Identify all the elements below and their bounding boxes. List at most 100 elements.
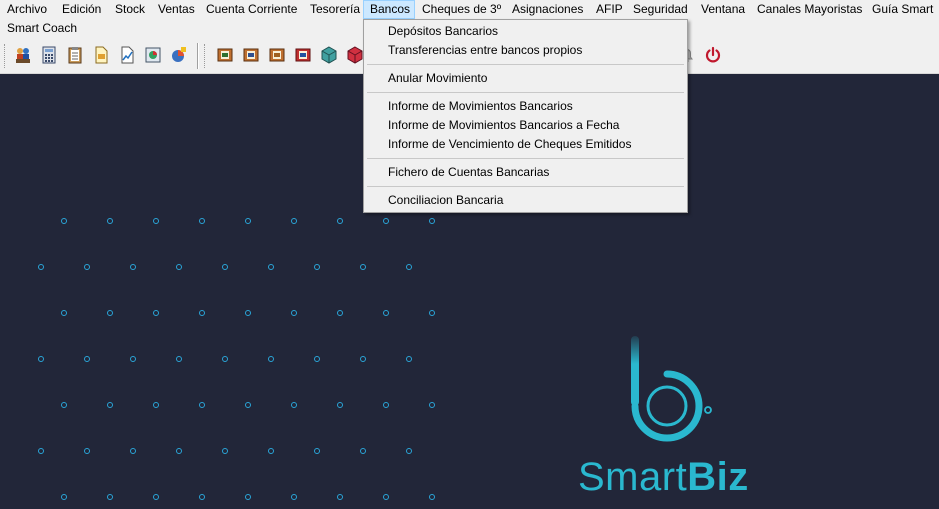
pattern-dot [107, 402, 113, 408]
pattern-dot [61, 218, 67, 224]
pattern-dot [314, 356, 320, 362]
menu-cheques-de-terceros[interactable]: Cheques de 3º [416, 0, 507, 19]
pattern-dot [61, 402, 67, 408]
book-red-icon[interactable] [292, 44, 314, 66]
toolbar-grip[interactable] [4, 44, 7, 68]
menuitem-conciliacion-bancaria[interactable]: Conciliacion Bancaria [365, 191, 686, 210]
pattern-dot [130, 448, 136, 454]
pattern-dot [360, 356, 366, 362]
menu-edicion[interactable]: Edición [56, 0, 107, 19]
power-icon[interactable] [702, 44, 724, 66]
calculator-icon[interactable] [38, 44, 60, 66]
bancos-dropdown-menu: Depósitos Bancarios Transferencias entre… [363, 19, 688, 213]
menu-ventas[interactable]: Ventas [152, 0, 201, 19]
menuitem-anular-movimiento[interactable]: Anular Movimiento [365, 69, 686, 88]
pattern-dot [406, 264, 412, 270]
pattern-dot [130, 264, 136, 270]
smartbiz-wordmark: SmartBiz [578, 455, 749, 499]
menu-asignaciones[interactable]: Asignaciones [506, 0, 589, 19]
pattern-dot [199, 402, 205, 408]
pattern-dot [130, 356, 136, 362]
menu-afip[interactable]: AFIP [590, 0, 629, 19]
pattern-dot [429, 310, 435, 316]
pattern-dot [153, 218, 159, 224]
pattern-dot [383, 402, 389, 408]
pattern-dot [222, 356, 228, 362]
smartbiz-logo-icon [631, 336, 712, 442]
cube-icon[interactable] [318, 44, 340, 66]
pattern-dot [176, 356, 182, 362]
pattern-dot [84, 264, 90, 270]
menu-separator [367, 158, 684, 159]
menu-ventana[interactable]: Ventana [695, 0, 751, 19]
menuitem-transferencias-bancos-propios[interactable]: Transferencias entre bancos propios [365, 41, 686, 60]
pattern-dot [337, 402, 343, 408]
pattern-dot [314, 448, 320, 454]
pattern-dot [222, 448, 228, 454]
pattern-dot [107, 310, 113, 316]
pattern-dot [268, 264, 274, 270]
pattern-dot [291, 402, 297, 408]
pattern-dot [383, 494, 389, 500]
pattern-dot [107, 218, 113, 224]
toolbar-grip[interactable] [204, 44, 207, 68]
menuitem-fichero-cuentas-bancarias[interactable]: Fichero de Cuentas Bancarias [365, 163, 686, 182]
pattern-dot [176, 264, 182, 270]
menu-separator [367, 64, 684, 65]
pattern-dot [153, 402, 159, 408]
pattern-dot [337, 310, 343, 316]
pattern-dot [406, 448, 412, 454]
pattern-dot [429, 218, 435, 224]
menu-smart-coach[interactable]: Smart Coach [1, 19, 83, 38]
menu-guia-smart[interactable]: Guía Smart [866, 0, 939, 19]
book-icon[interactable] [266, 44, 288, 66]
menu-bancos[interactable]: Bancos [363, 0, 415, 19]
menu-cuenta-corriente[interactable]: Cuenta Corriente [200, 0, 303, 19]
report-icon[interactable] [142, 44, 164, 66]
menu-separator [367, 186, 684, 187]
brand-name-bold: Biz [687, 455, 749, 499]
menu-separator [367, 92, 684, 93]
pattern-dot [429, 494, 435, 500]
pattern-dot [38, 264, 44, 270]
pattern-dot [107, 494, 113, 500]
document-icon[interactable] [90, 44, 112, 66]
chart-icon[interactable] [116, 44, 138, 66]
pattern-dot [245, 310, 251, 316]
pattern-dot [245, 402, 251, 408]
menuitem-informe-movimientos-bancarios[interactable]: Informe de Movimientos Bancarios [365, 97, 686, 116]
menu-seguridad[interactable]: Seguridad [627, 0, 694, 19]
clipboard-icon[interactable] [64, 44, 86, 66]
pattern-dot [314, 264, 320, 270]
pattern-dot [360, 264, 366, 270]
pie-chart-icon[interactable] [168, 44, 190, 66]
pattern-dot [61, 494, 67, 500]
pattern-dot [360, 448, 366, 454]
menu-archivo[interactable]: Archivo [1, 0, 53, 19]
book-icon[interactable] [214, 44, 236, 66]
pattern-dot [245, 494, 251, 500]
pattern-dot [84, 356, 90, 362]
pattern-dot [61, 310, 67, 316]
menu-stock[interactable]: Stock [109, 0, 151, 19]
pattern-dot [429, 402, 435, 408]
toolbar-separator [197, 43, 199, 69]
pattern-dot [222, 264, 228, 270]
menu-canales-mayoristas[interactable]: Canales Mayoristas [751, 0, 868, 19]
pattern-dot [38, 448, 44, 454]
pattern-dot [153, 494, 159, 500]
pattern-dot [268, 448, 274, 454]
pattern-dot [199, 218, 205, 224]
brand-name-light: Smart [578, 455, 688, 499]
menuitem-depositos-bancarios[interactable]: Depósitos Bancarios [365, 22, 686, 41]
book-icon[interactable] [240, 44, 262, 66]
pattern-dot [176, 448, 182, 454]
pattern-dot [199, 310, 205, 316]
menuitem-informe-vencimiento-cheques[interactable]: Informe de Vencimiento de Cheques Emitid… [365, 135, 686, 154]
menuitem-informe-movimientos-a-fecha[interactable]: Informe de Movimientos Bancarios a Fecha [365, 116, 686, 135]
pattern-dot [268, 356, 274, 362]
pattern-dot [199, 494, 205, 500]
menu-tesoreria[interactable]: Tesorería [304, 0, 366, 19]
users-icon[interactable] [12, 44, 34, 66]
pattern-dot [406, 356, 412, 362]
